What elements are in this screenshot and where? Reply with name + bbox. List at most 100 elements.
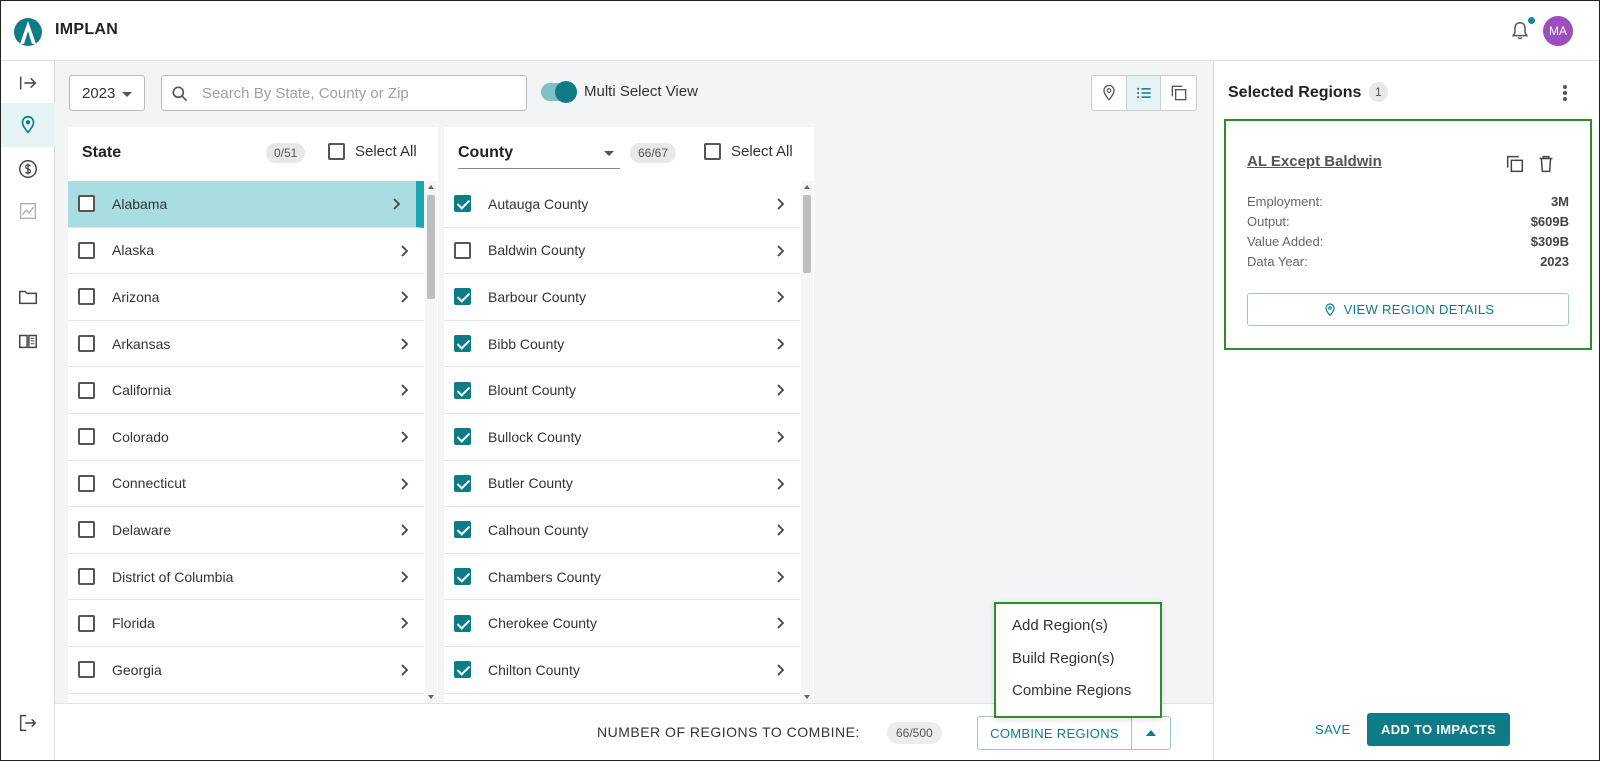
list-item[interactable]: Colorado	[68, 414, 424, 461]
view-region-details-button[interactable]: VIEW REGION DETAILS	[1247, 293, 1569, 326]
list-item[interactable]: Bibb County	[444, 321, 800, 368]
row-checkbox[interactable]	[454, 428, 471, 446]
more-options-icon[interactable]	[1560, 83, 1570, 103]
list-item[interactable]: Bullock County	[444, 414, 800, 461]
chevron-right-icon[interactable]	[398, 523, 412, 537]
row-checkbox[interactable]	[454, 568, 471, 586]
list-item[interactable]: Chambers County	[444, 554, 800, 601]
search-input[interactable]	[202, 76, 520, 110]
expand-nav-button[interactable]	[1, 61, 55, 105]
row-checkbox[interactable]	[78, 661, 95, 679]
nav-projects[interactable]	[1, 275, 55, 319]
combine-regions-button[interactable]: COMBINE REGIONS	[978, 717, 1132, 749]
chevron-right-icon[interactable]	[398, 337, 412, 351]
row-checkbox[interactable]	[454, 241, 471, 259]
list-item[interactable]: Alaska	[68, 228, 424, 275]
combined-view-button[interactable]	[1161, 76, 1196, 110]
chevron-right-icon[interactable]	[398, 616, 412, 630]
row-checkbox[interactable]	[78, 521, 95, 539]
chevron-right-icon[interactable]	[390, 197, 404, 211]
county-scrollbar[interactable]	[801, 181, 813, 703]
copy-icon[interactable]	[1504, 153, 1526, 175]
menu-item-add-regions[interactable]: Add Region(s)	[996, 614, 1160, 647]
scroll-thumb[interactable]	[803, 195, 811, 273]
chevron-right-icon[interactable]	[774, 523, 788, 537]
list-item[interactable]: Calhoun County	[444, 507, 800, 554]
list-item[interactable]: Arizona	[68, 274, 424, 321]
state-scrollbar[interactable]	[425, 181, 437, 703]
notification-bell-icon[interactable]	[1509, 20, 1531, 42]
list-item[interactable]: Cherokee County	[444, 600, 800, 647]
row-checkbox[interactable]	[454, 195, 471, 213]
chevron-right-icon[interactable]	[398, 477, 412, 491]
row-checkbox[interactable]	[454, 661, 471, 679]
chevron-right-icon[interactable]	[774, 430, 788, 444]
menu-item-build-regions[interactable]: Build Region(s)	[996, 647, 1160, 680]
row-checkbox[interactable]	[454, 474, 471, 492]
chevron-right-icon[interactable]	[774, 383, 788, 397]
list-item[interactable]: District of Columbia	[68, 554, 424, 601]
row-checkbox[interactable]	[78, 474, 95, 492]
chevron-right-icon[interactable]	[774, 570, 788, 584]
state-select-all-checkbox[interactable]	[328, 143, 345, 160]
row-checkbox[interactable]	[454, 288, 471, 306]
chevron-right-icon[interactable]	[398, 290, 412, 304]
row-checkbox[interactable]	[78, 288, 95, 306]
nav-impacts[interactable]	[1, 147, 55, 191]
list-item[interactable]: Autauga County	[444, 181, 800, 228]
row-checkbox[interactable]	[454, 381, 471, 399]
combine-menu-toggle-caret-up-icon[interactable]	[1132, 717, 1170, 749]
row-checkbox[interactable]	[78, 335, 95, 353]
scroll-thumb[interactable]	[427, 195, 435, 299]
menu-item-combine-regions[interactable]: Combine Regions	[996, 679, 1160, 712]
list-item[interactable]: Baldwin County	[444, 228, 800, 275]
row-checkbox[interactable]	[454, 521, 471, 539]
list-item[interactable]: Chilton County	[444, 647, 800, 694]
row-checkbox[interactable]	[78, 381, 95, 399]
chevron-right-icon[interactable]	[398, 663, 412, 677]
chevron-right-icon[interactable]	[774, 197, 788, 211]
row-checkbox[interactable]	[454, 614, 471, 632]
row-checkbox[interactable]	[78, 241, 95, 259]
county-select-all-checkbox[interactable]	[704, 143, 721, 160]
chevron-right-icon[interactable]	[398, 430, 412, 444]
map-view-button[interactable]	[1092, 76, 1127, 110]
county-type-dropdown[interactable]: County	[458, 141, 620, 169]
chevron-right-icon[interactable]	[398, 244, 412, 258]
list-item[interactable]: Butler County	[444, 461, 800, 508]
year-select[interactable]: 2023	[69, 75, 145, 111]
chevron-right-icon[interactable]	[774, 663, 788, 677]
list-item[interactable]: Arkansas	[68, 321, 424, 368]
county-select-all[interactable]: Select All	[704, 143, 793, 160]
chevron-right-icon[interactable]	[774, 290, 788, 304]
chevron-right-icon[interactable]	[774, 337, 788, 351]
multi-select-toggle[interactable]	[541, 81, 577, 103]
nav-docs[interactable]	[1, 319, 55, 363]
chevron-right-icon[interactable]	[774, 616, 788, 630]
list-view-button[interactable]	[1126, 76, 1162, 110]
chevron-right-icon[interactable]	[774, 244, 788, 258]
list-item[interactable]: Connecticut	[68, 461, 424, 508]
row-checkbox[interactable]	[78, 614, 95, 632]
chevron-right-icon[interactable]	[398, 383, 412, 397]
nav-regions[interactable]	[1, 103, 55, 147]
row-checkbox[interactable]	[78, 428, 95, 446]
save-button[interactable]: SAVE	[1315, 722, 1351, 737]
list-item[interactable]: Georgia	[68, 647, 424, 694]
chevron-right-icon[interactable]	[398, 570, 412, 584]
chevron-right-icon[interactable]	[774, 477, 788, 491]
list-item[interactable]: Alabama	[68, 181, 424, 228]
user-avatar[interactable]: MA	[1543, 16, 1573, 46]
state-select-all[interactable]: Select All	[328, 143, 417, 160]
trash-icon[interactable]	[1535, 153, 1557, 175]
list-item[interactable]: Florida	[68, 600, 424, 647]
row-checkbox[interactable]	[78, 568, 95, 586]
nav-results[interactable]	[1, 189, 55, 233]
list-item[interactable]: Barbour County	[444, 274, 800, 321]
logout-button[interactable]	[1, 701, 55, 745]
list-item[interactable]: Blount County	[444, 367, 800, 414]
row-checkbox[interactable]	[454, 335, 471, 353]
list-item[interactable]: Delaware	[68, 507, 424, 554]
add-to-impacts-button[interactable]: ADD TO IMPACTS	[1367, 713, 1510, 746]
list-item[interactable]: California	[68, 367, 424, 414]
